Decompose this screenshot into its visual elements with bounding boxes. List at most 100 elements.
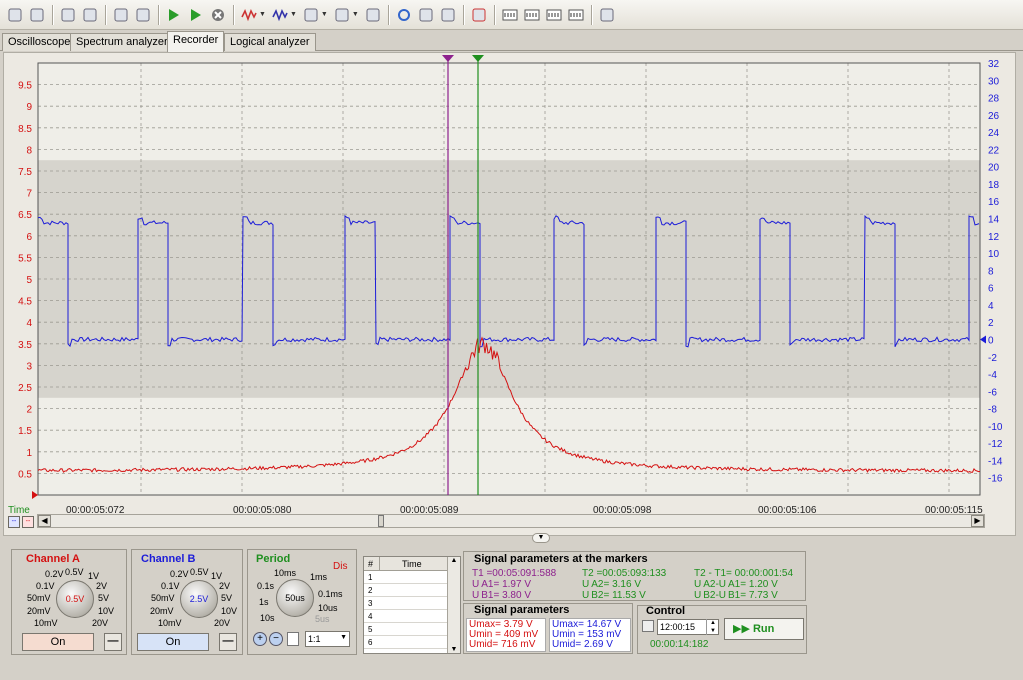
- open-folder-icon[interactable]: [6, 6, 24, 24]
- table-row[interactable]: 3: [364, 597, 447, 610]
- ch-a-icon[interactable]: [501, 6, 519, 24]
- range-label: 1V: [211, 571, 223, 581]
- channel-b-zero-pointer: [980, 335, 986, 344]
- channel-b-on-button[interactable]: On: [137, 633, 209, 651]
- tab-spectrum-analyzer[interactable]: Spectrum analyzer: [70, 33, 174, 51]
- right-axis-tick: 16: [988, 197, 1000, 208]
- period-status: Dis: [333, 561, 348, 572]
- channel-b-range-value: 2.5V: [189, 594, 209, 604]
- table-header: # Time: [364, 557, 447, 571]
- print-preview-icon[interactable]: [59, 6, 77, 24]
- period-label: 10ms: [274, 568, 297, 578]
- ch-ab2-icon[interactable]: [567, 6, 585, 24]
- channel-a-toggle[interactable]: --: [22, 516, 34, 528]
- table-row[interactable]: 2: [364, 584, 447, 597]
- marker-delta-ua: U A2-U A1= 1.20 V: [694, 579, 778, 590]
- print-icon[interactable]: [81, 6, 99, 24]
- dropdown-arrow-icon[interactable]: ▼: [259, 11, 266, 18]
- time-scrollbar[interactable]: ◀ ▶: [37, 514, 985, 528]
- right-axis-tick: -12: [988, 439, 1003, 450]
- view-icon[interactable]: [439, 6, 457, 24]
- marker-icon[interactable]: [470, 6, 488, 24]
- stop-icon[interactable]: [209, 6, 227, 24]
- scroll-down-icon[interactable]: ▼: [448, 646, 460, 653]
- channel-b-invert-button[interactable]: —: [219, 633, 237, 651]
- scroll-up-icon[interactable]: ▲: [448, 557, 460, 564]
- range-label: 5V: [98, 593, 110, 603]
- channel-a-on-button[interactable]: On: [22, 633, 94, 651]
- toolbar-separator: [493, 4, 495, 25]
- tab-logical-analyzer[interactable]: Logical analyzer: [224, 33, 316, 51]
- range-label: 1V: [88, 571, 100, 581]
- save-icon[interactable]: [28, 6, 46, 24]
- dropdown-arrow-icon[interactable]: ▼: [290, 11, 297, 18]
- range-label: 50mV: [27, 593, 51, 603]
- channel-a-range-knob[interactable]: 0.5V: [56, 580, 94, 618]
- left-axis-tick: 3.5: [18, 340, 32, 351]
- table-row[interactable]: 4: [364, 610, 447, 623]
- signal-a-icon[interactable]: [240, 6, 258, 24]
- channel-b-range-knob[interactable]: 2.5V: [180, 580, 218, 618]
- run-button[interactable]: ▶▶ Run: [724, 618, 804, 640]
- dropdown-arrow-icon[interactable]: ▼: [352, 11, 359, 18]
- run-icon[interactable]: [165, 6, 183, 24]
- calculator-icon[interactable]: [302, 6, 320, 24]
- marker-ub1: U B1= 3.80 V: [472, 590, 531, 601]
- signal-params-panel: Signal parameters Umax= 3.79 V Umin = 40…: [463, 603, 633, 654]
- table-row[interactable]: 6: [364, 636, 447, 649]
- channel-b-toggle[interactable]: --: [8, 516, 20, 528]
- right-axis-tick: 32: [988, 59, 1000, 70]
- ch-ab-icon[interactable]: [545, 6, 563, 24]
- zoom-out-icon[interactable]: −: [269, 632, 283, 646]
- range-label: 0.2V: [170, 569, 189, 579]
- probe-icon[interactable]: [364, 6, 382, 24]
- signal-params-title: Signal parameters: [474, 604, 570, 616]
- marker-1-handle: [442, 55, 454, 62]
- zoom-in-icon[interactable]: +: [253, 632, 267, 646]
- dropdown-arrow-icon[interactable]: ▼: [321, 11, 328, 18]
- channel-b-params: Umax= 14.67 V Umin = 153 mV Umid= 2.69 V: [549, 618, 631, 652]
- period-panel: Period Dis 10ms 1ms 0.1s 1s 0.1ms 10s 10…: [247, 549, 357, 655]
- channel-a-panel: Channel A 0.2V 0.5V 1V 0.1V 2V 50mV 5V 2…: [11, 549, 127, 655]
- marker-delta-t: T2 - T1= 00:00:001:54: [694, 568, 794, 579]
- eraser-icon[interactable]: [598, 6, 616, 24]
- zoom-icon[interactable]: [112, 6, 130, 24]
- math-icon[interactable]: [333, 6, 351, 24]
- marker-ub2: U B2= 11.53 V: [582, 590, 646, 601]
- left-axis-tick: 4.5: [18, 297, 32, 308]
- period-label: 10s: [260, 613, 275, 623]
- scroll-thumb[interactable]: [378, 515, 384, 527]
- right-axis-tick: -14: [988, 456, 1003, 467]
- time-spinner[interactable]: ▲ ▼: [706, 619, 719, 635]
- table-scrollbar[interactable]: ▲ ▼: [447, 557, 460, 653]
- delete-icon[interactable]: [417, 6, 435, 24]
- range-label: 10V: [221, 606, 238, 616]
- range-label: 50mV: [151, 593, 175, 603]
- recorder-chart[interactable]: 9.5 9 8.5 8 7.5 7 6.5 6 5.5 5 4.5 4 3.5 3 2.5 2 1.5 1 0.5 3…: [4, 53, 1017, 537]
- tab-oscilloscope[interactable]: Oscilloscope: [2, 33, 77, 51]
- run-continuous-icon[interactable]: [187, 6, 205, 24]
- export-icon[interactable]: [134, 6, 152, 24]
- scroll-right-button[interactable]: ▶: [971, 515, 984, 527]
- marker-params-title: Signal parameters at the markers: [474, 553, 648, 565]
- ratio-select[interactable]: 1:1 ▼: [305, 631, 350, 647]
- page-icon[interactable]: [287, 632, 299, 646]
- channel-a-zero-pointer: [32, 491, 38, 499]
- right-axis-tick: 18: [988, 180, 1000, 191]
- signal-b-icon[interactable]: [271, 6, 289, 24]
- scroll-left-button[interactable]: ◀: [38, 515, 51, 527]
- toolbar-separator: [105, 4, 106, 25]
- refresh-icon[interactable]: [395, 6, 413, 24]
- tab-recorder[interactable]: Recorder: [167, 31, 225, 52]
- timer-checkbox[interactable]: [642, 620, 654, 632]
- left-axis-tick: 3: [26, 361, 32, 372]
- channel-a-invert-button[interactable]: —: [104, 633, 122, 651]
- period-knob[interactable]: 50us: [276, 579, 314, 617]
- time-field-value: 12:00:15: [660, 622, 696, 632]
- table-row[interactable]: 5: [364, 623, 447, 636]
- marker-t2: T2 =00:05:093:133: [582, 568, 667, 579]
- table-row[interactable]: 1: [364, 571, 447, 584]
- range-label: 0.5V: [65, 567, 84, 577]
- ch-b-icon[interactable]: [523, 6, 541, 24]
- collapse-panel-button[interactable]: ▼: [532, 533, 550, 543]
